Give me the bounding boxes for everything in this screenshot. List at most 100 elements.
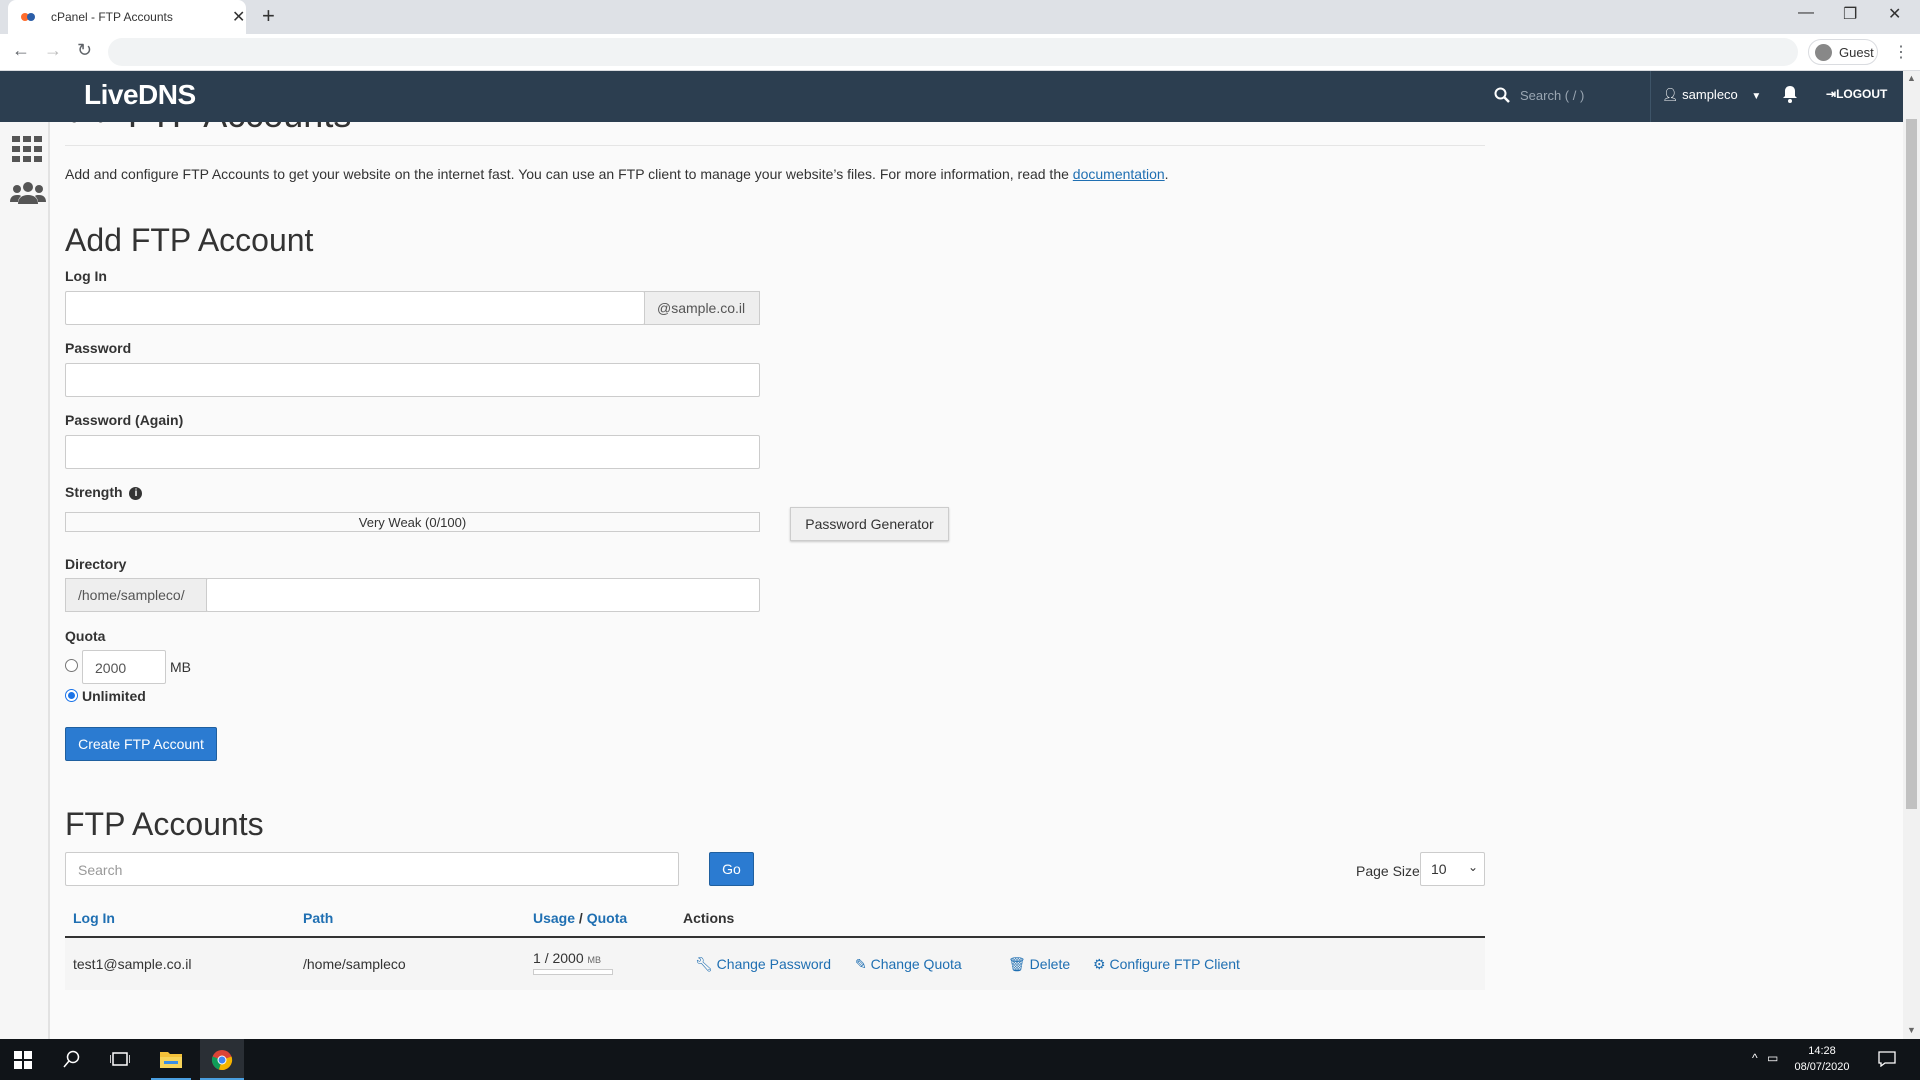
create-ftp-account-button[interactable]: Create FTP Account: [65, 727, 217, 761]
user-menu-button[interactable]: 👤︎ sampleco ▼: [1662, 87, 1761, 103]
page-size-select[interactable]: 10 ⌄: [1420, 852, 1485, 886]
row-path: /home/sampleco: [303, 956, 406, 972]
action-center-icon[interactable]: [1878, 1051, 1896, 1067]
taskbar-chrome-slot[interactable]: [200, 1039, 244, 1080]
change-quota-action[interactable]: ✎ Change Quota: [855, 956, 962, 973]
row-usage-separator: /: [544, 950, 549, 966]
go-button[interactable]: Go: [709, 852, 754, 886]
quota-unit: MB: [170, 659, 191, 675]
configure-label: Configure FTP Client: [1109, 956, 1240, 972]
chevron-down-icon: ⌄: [1467, 860, 1478, 874]
browser-tab-strip: cPanel - FTP Accounts ✕ + — ❐ ✕: [0, 0, 1920, 34]
address-bar[interactable]: [108, 38, 1798, 66]
column-header-login[interactable]: Log In: [73, 910, 115, 926]
apps-grid-icon[interactable]: [12, 136, 42, 162]
delete-action[interactable]: 🗑︎ Delete: [1008, 956, 1070, 973]
profile-button[interactable]: Guest: [1808, 39, 1878, 65]
ftp-icon: ⚬⚬: [65, 122, 118, 132]
password-label: Password: [65, 340, 132, 356]
password-input[interactable]: [65, 363, 760, 397]
window-close-icon[interactable]: ✕: [1888, 4, 1901, 24]
add-ftp-heading: Add FTP Account: [65, 222, 314, 258]
username: sampleco: [1682, 87, 1738, 102]
quota-input[interactable]: 2000: [82, 650, 166, 684]
header-divider: [1650, 71, 1651, 122]
login-input[interactable]: [65, 291, 645, 325]
browser-tab[interactable]: cPanel - FTP Accounts ✕: [8, 0, 246, 34]
login-label: Log In: [65, 268, 107, 284]
column-header-quota[interactable]: Quota: [587, 910, 627, 926]
header-search-input[interactable]: Search ( / ): [1520, 88, 1584, 103]
chrome-icon: [211, 1050, 233, 1071]
column-header-path[interactable]: Path: [303, 910, 333, 926]
taskbar-explorer-slot[interactable]: [151, 1039, 191, 1080]
network-icon[interactable]: ▭: [1767, 1051, 1778, 1065]
livedns-logo[interactable]: LiveDNS: [84, 79, 196, 111]
page-scrollbar[interactable]: ▲ ▼: [1903, 71, 1920, 1039]
tab-title: cPanel - FTP Accounts: [51, 10, 173, 24]
unlimited-label: Unlimited: [82, 688, 146, 704]
windows-start-icon[interactable]: [14, 1051, 32, 1069]
task-view-icon[interactable]: [110, 1051, 130, 1067]
wrench-icon: 🔧︎: [695, 956, 713, 972]
page-description: Add and configure FTP Accounts to get yo…: [65, 166, 1169, 182]
quota-limited-radio[interactable]: [65, 659, 78, 672]
user-icon: 👤︎: [1662, 87, 1679, 102]
system-tray[interactable]: ^ ▭: [1752, 1051, 1778, 1065]
scroll-down-icon[interactable]: ▼: [1907, 1025, 1916, 1035]
browser-menu-icon[interactable]: ⋮: [1893, 42, 1909, 62]
new-tab-button[interactable]: +: [262, 3, 275, 29]
documentation-link[interactable]: documentation: [1073, 166, 1165, 182]
column-header-actions: Actions: [683, 910, 735, 926]
tray-chevron-icon[interactable]: ^: [1752, 1051, 1758, 1065]
users-icon[interactable]: [10, 180, 46, 206]
page-title: ⚬⚬ FTP Accounts: [65, 122, 351, 136]
taskbar-search-icon[interactable]: [63, 1050, 81, 1068]
ftp-accounts-heading: FTP Accounts: [65, 806, 264, 842]
forward-icon[interactable]: →: [44, 40, 62, 61]
info-icon[interactable]: i: [129, 487, 143, 500]
row-quota-value: 2000: [552, 950, 584, 966]
directory-input[interactable]: [206, 578, 760, 612]
strength-label: Strength i: [65, 484, 143, 500]
title-divider: [65, 145, 1485, 146]
quota-unlimited-radio[interactable]: [65, 689, 78, 702]
column-header-separator: /: [578, 910, 583, 926]
scroll-up-icon[interactable]: ▲: [1907, 73, 1916, 83]
cpanel-favicon-icon: [21, 13, 35, 21]
reload-icon[interactable]: ↻: [77, 40, 92, 61]
tab-close-icon[interactable]: ✕: [232, 7, 245, 27]
restore-icon[interactable]: ❐: [1843, 4, 1857, 24]
profile-label: Guest: [1839, 45, 1874, 60]
page-size-value: 10: [1431, 861, 1447, 877]
accounts-search-input[interactable]: Search: [65, 852, 679, 886]
cpanel-header: LiveDNS Search ( / ) 👤︎ sampleco ▼ ⇥LOGO…: [0, 71, 1903, 122]
directory-prefix: /home/sampleco/: [65, 578, 207, 612]
change-password-action[interactable]: 🔧︎ Change Password: [695, 956, 831, 973]
minimize-icon[interactable]: —: [1798, 4, 1814, 22]
password-generator-button[interactable]: Password Generator: [790, 507, 949, 541]
column-header-usage[interactable]: Usage: [533, 910, 575, 926]
taskbar-clock[interactable]: 14:28 08/07/2020: [1782, 1043, 1862, 1075]
logout-label: LOGOUT: [1836, 87, 1888, 101]
notification-bell-icon[interactable]: [1782, 85, 1798, 103]
password-again-input[interactable]: [65, 435, 760, 469]
logout-button[interactable]: ⇥LOGOUT: [1826, 87, 1887, 101]
pencil-icon: ✎: [855, 956, 867, 972]
profile-avatar-icon: [1815, 44, 1832, 61]
row-quota-unit: MB: [587, 955, 602, 965]
description-end: .: [1164, 166, 1169, 182]
search-icon: [1494, 87, 1510, 103]
back-icon[interactable]: ←: [12, 40, 30, 61]
table-row: test1@sample.co.il /home/sampleco 1 / 20…: [65, 938, 1485, 990]
caret-down-icon: ▼: [1751, 91, 1762, 102]
configure-ftp-client-action[interactable]: ⚙︎ Configure FTP Client: [1093, 956, 1240, 973]
clock-time: 14:28: [1808, 1045, 1836, 1057]
change-quota-label: Change Quota: [870, 956, 962, 972]
strength-label-text: Strength: [65, 484, 123, 500]
gear-icon: ⚙︎: [1093, 956, 1106, 972]
row-login: test1@sample.co.il: [73, 956, 192, 972]
trash-icon: 🗑︎: [1008, 956, 1026, 972]
scrollbar-thumb[interactable]: [1906, 119, 1917, 809]
password-again-label: Password (Again): [65, 412, 184, 428]
